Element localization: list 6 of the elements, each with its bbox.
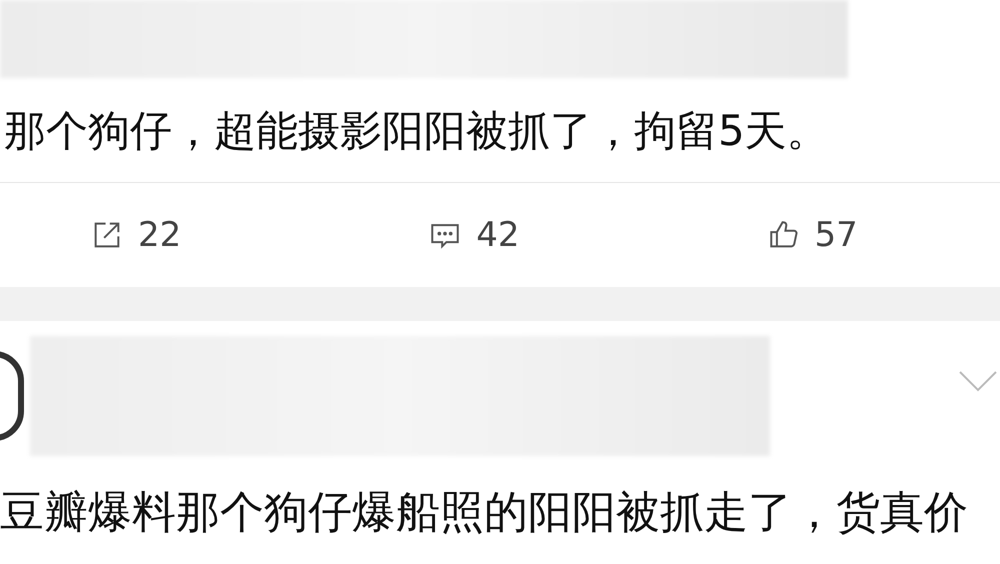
comment-count[interactable]: 42 — [476, 210, 520, 260]
chevron-down-icon[interactable] — [958, 370, 998, 392]
repost-count[interactable]: 22 — [138, 210, 182, 260]
post-text: 那个狗仔，超能摄影阳阳被抓了，拘留5天。 — [4, 104, 829, 156]
post-text: 豆瓣爆料那个狗仔爆船照的阳阳被抓走了，货真价 — [0, 486, 968, 540]
like-count[interactable]: 57 — [814, 210, 858, 260]
